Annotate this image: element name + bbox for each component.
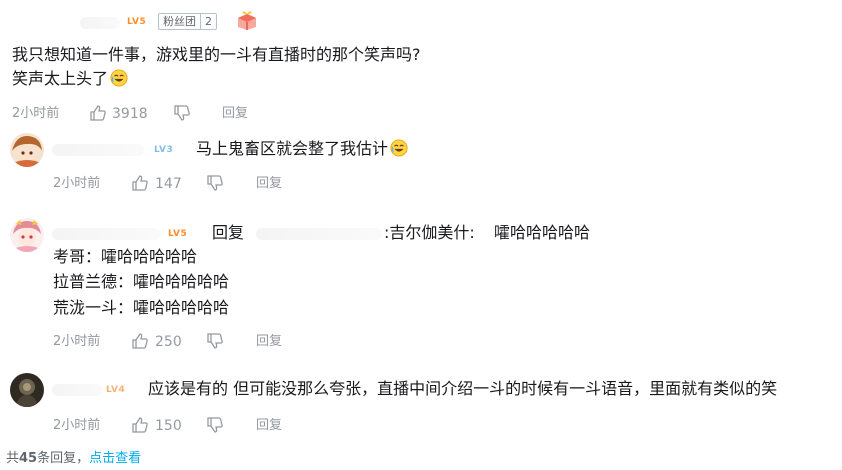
thumbs-down-icon[interactable] <box>173 104 191 122</box>
laugh-cry-emoji-icon <box>390 139 408 157</box>
comment-text-line-2: 笑声太上头了 <box>12 68 128 90</box>
reply-button[interactable]: 回复 <box>256 417 282 435</box>
reply-time: 2小时前 <box>53 176 101 191</box>
reply-time: 2小时前 <box>53 418 101 433</box>
mentioned-user-blurred[interactable] <box>256 228 382 240</box>
avatar[interactable] <box>10 218 44 252</box>
comment-time: 2小时前 <box>12 106 60 121</box>
gift-box-icon <box>238 11 256 30</box>
emoji-mention: :吉尔伽美什: <box>384 223 475 242</box>
reply-text-line-3: 拉普兰德：嚯哈哈哈哈哈 <box>53 272 230 291</box>
total-replies: 45 <box>19 451 38 466</box>
comment-text-line-1: 我只想知道一件事，游戏里的一斗有直播时的那个笑声吗? <box>12 45 421 64</box>
reply-count-footer: 共45条回复，点击查看 <box>6 450 141 468</box>
thumbs-down-icon[interactable] <box>206 332 224 350</box>
like-count: 3918 <box>112 106 148 122</box>
fan-club-level: 2 <box>200 14 216 29</box>
reply-text-line-4: 荒泷一斗：嚯哈哈哈哈哈 <box>53 298 230 317</box>
reply-prefix: 回复 <box>212 223 245 242</box>
laugh-cry-emoji-icon <box>110 69 128 87</box>
level-badge: LV3 <box>154 145 174 155</box>
avatar-image <box>10 218 44 252</box>
thumbs-up-icon[interactable] <box>131 174 149 192</box>
reply-time: 2小时前 <box>53 334 101 349</box>
thumbs-up-icon[interactable] <box>131 332 149 350</box>
thumbs-down-icon[interactable] <box>206 174 224 192</box>
reply-button[interactable]: 回复 <box>256 333 282 351</box>
level-badge: LV5 <box>168 229 188 239</box>
reply-text-line-2: 考哥：嚯哈哈哈哈哈 <box>53 247 198 266</box>
thumbs-up-icon[interactable] <box>131 416 149 434</box>
like-count: 250 <box>155 334 182 350</box>
reply-button[interactable]: 回复 <box>256 175 282 193</box>
avatar[interactable] <box>10 133 44 167</box>
reply-button[interactable]: 回复 <box>222 105 248 123</box>
like-count: 150 <box>155 418 182 434</box>
level-badge: LV4 <box>106 385 126 395</box>
thumbs-up-icon[interactable] <box>89 104 107 122</box>
username-blurred[interactable] <box>80 17 120 29</box>
level-badge: LV5 <box>127 17 147 27</box>
avatar[interactable] <box>10 373 44 407</box>
reply-text: 马上鬼畜区就会整了我估计 <box>196 138 408 160</box>
view-all-replies-link[interactable]: 点击查看 <box>89 451 141 466</box>
thumbs-down-icon[interactable] <box>206 416 224 434</box>
username-blurred[interactable] <box>52 384 102 396</box>
fan-club-name: 粉丝团 <box>163 15 196 28</box>
footer-suffix: 条回复， <box>37 451 90 466</box>
avatar-image <box>10 133 44 167</box>
username-blurred[interactable] <box>52 228 160 240</box>
reply-text: 应该是有的 但可能没那么夸张，直播中间介绍一斗的时候有一斗语音，里面就有类似的笑 <box>148 379 778 398</box>
reply-text-line-1: 嚯哈哈哈哈哈 <box>494 223 591 242</box>
fan-club-badge[interactable]: 粉丝团 2 <box>158 13 217 30</box>
username-blurred[interactable] <box>52 144 144 156</box>
footer-prefix: 共 <box>6 451 20 466</box>
like-count: 147 <box>155 176 182 192</box>
avatar-image <box>10 373 44 407</box>
